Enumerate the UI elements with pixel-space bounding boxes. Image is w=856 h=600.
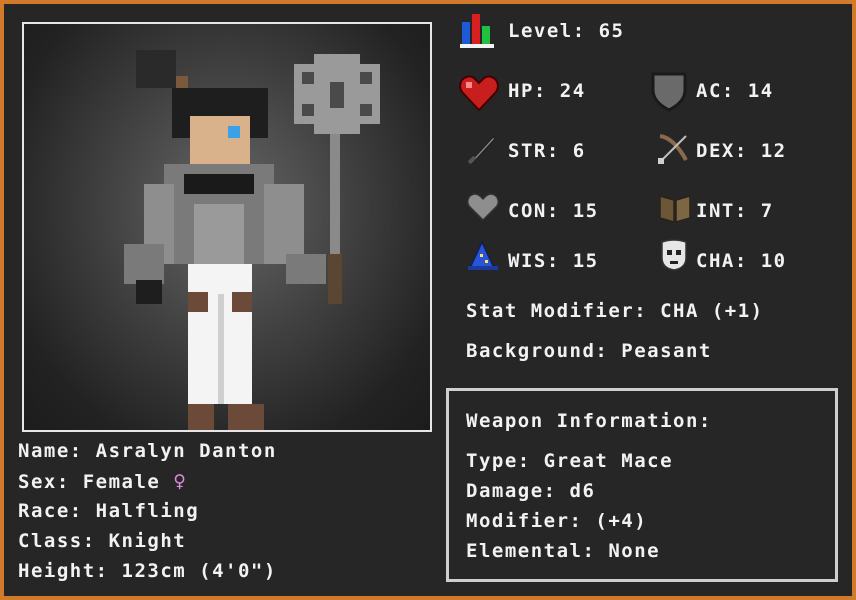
mask-icon [661,239,687,271]
str-label: STR: 6 [508,140,586,162]
character-sheet-panel: Level: 65 HP: 24 AC: 14 STR: 6 DEX: 12 C… [4,4,852,596]
weapon-elemental: Elemental: None [466,540,661,562]
level-bars-icon [460,14,494,48]
weapon-heading: Weapon Information: [466,410,712,432]
con-label: CON: 15 [508,200,599,222]
weapon-type: Type: Great Mace [466,450,674,472]
female-symbol-icon: ♀ [173,469,188,493]
character-height: Height: 123cm (4'0") [18,560,277,582]
int-label: INT: 7 [696,200,774,222]
cha-label: CHA: 10 [696,250,787,272]
character-race: Race: Halfling [18,500,200,522]
shield-icon [651,72,687,112]
knight-sprite [124,50,380,430]
weapon-damage: Damage: d6 [466,480,596,502]
character-name: Name: Asralyn Danton [18,440,277,462]
gray-heart-icon [466,193,500,222]
wizard-hat-icon [468,240,498,270]
ac-label: AC: 14 [696,80,774,102]
heart-icon [459,75,499,112]
bow-icon [658,134,688,164]
weapon-modifier: Modifier: (+4) [466,510,648,532]
level-label: Level: 65 [508,20,625,42]
hp-label: HP: 24 [508,80,586,102]
dex-label: DEX: 12 [696,140,787,162]
wis-label: WIS: 15 [508,250,599,272]
sex-label: Sex: Female [18,471,161,493]
book-icon [659,195,691,223]
sword-icon [467,134,498,166]
character-portrait [22,22,432,432]
stat-modifier-label: Stat Modifier: CHA (+1) [466,300,764,322]
background-label: Background: Peasant [466,340,712,362]
character-class: Class: Knight [18,530,187,552]
character-sex: Sex: Female ♀ [18,470,187,493]
